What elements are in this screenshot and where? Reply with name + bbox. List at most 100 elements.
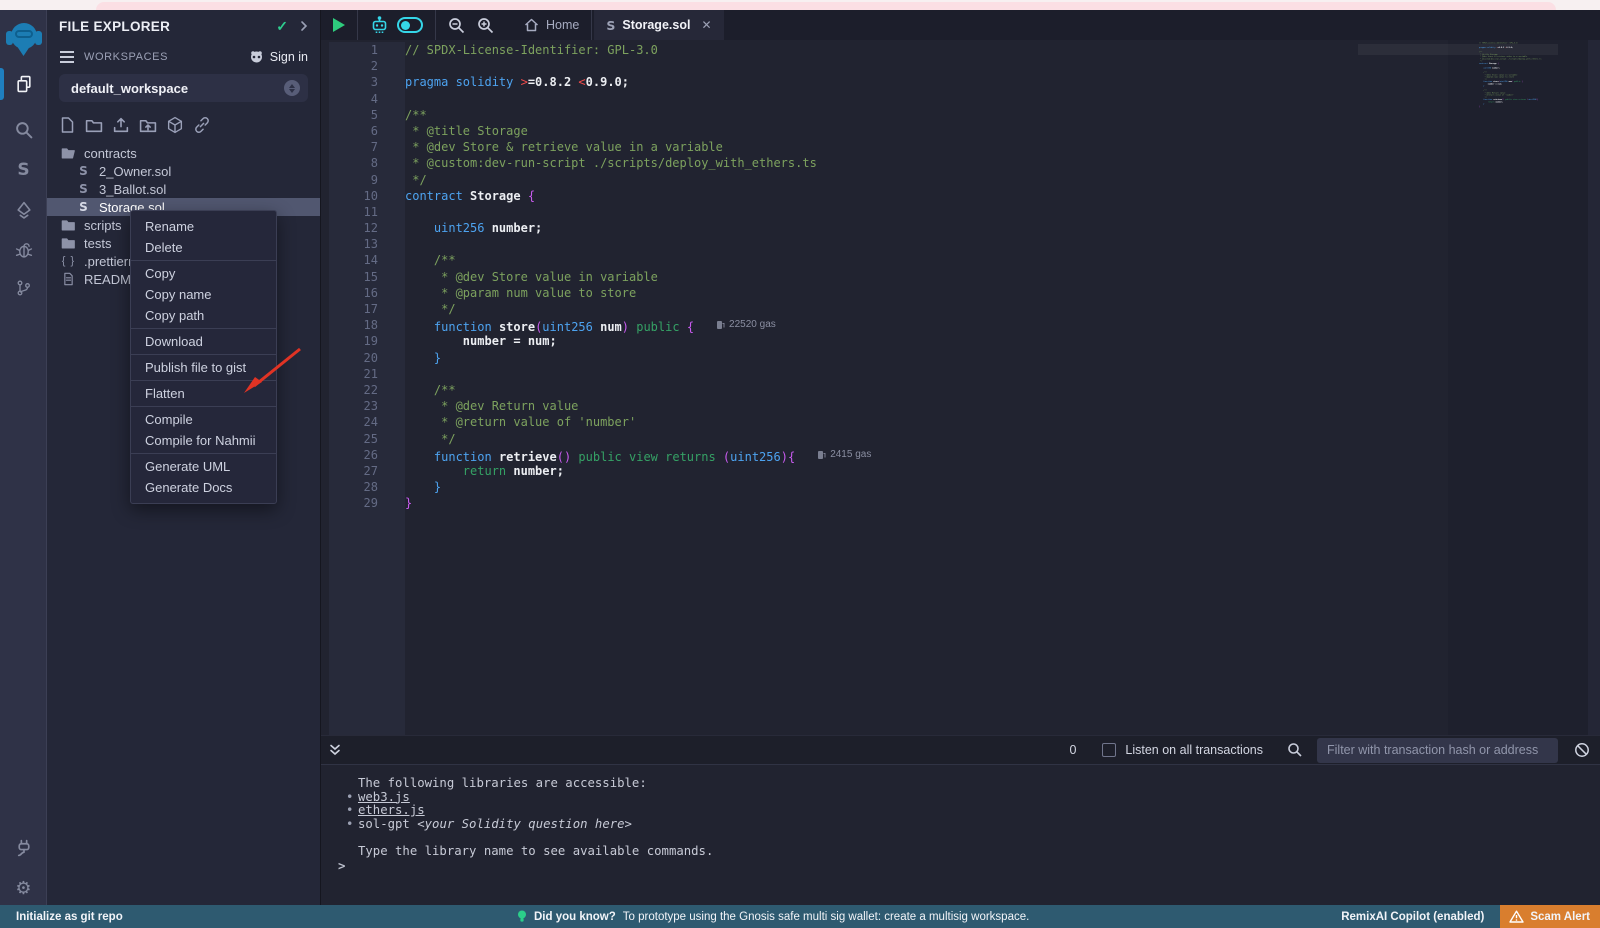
terminal-link[interactable]: web3.js xyxy=(358,790,410,804)
code-line: */ xyxy=(405,431,1447,447)
panel-title: FILE EXPLORER xyxy=(59,19,266,34)
import-box-icon[interactable] xyxy=(166,116,184,134)
context-menu-item-rename[interactable]: Rename xyxy=(131,216,276,237)
solidity-icon: S xyxy=(76,164,91,178)
run-script-button[interactable] xyxy=(321,10,357,40)
code-line: number = num; xyxy=(405,333,1447,349)
code-line: function retrieve() public view returns … xyxy=(405,447,1447,463)
solidity-icon: S xyxy=(76,182,91,196)
line-number: 6 xyxy=(329,123,378,139)
context-menu-item-copy-name[interactable]: Copy name xyxy=(131,284,276,305)
context-menu-item-generate-docs[interactable]: Generate Docs xyxy=(131,477,276,498)
context-menu-item-flatten[interactable]: Flatten xyxy=(131,383,276,404)
workspaces-row: WORKSPACES Sign in xyxy=(47,42,320,68)
context-menu-item-download[interactable]: Download xyxy=(131,331,276,352)
line-number: 17 xyxy=(329,301,378,317)
tab-storage-sol[interactable]: S Storage.sol ✕ xyxy=(594,10,723,40)
code-line: * @param num value to store xyxy=(405,285,1447,301)
home-icon xyxy=(524,18,539,32)
code-line: * @dev Store & retrieve value in a varia… xyxy=(405,139,1447,155)
file-tree-item[interactable]: contracts xyxy=(47,144,320,162)
code-line: return number; xyxy=(405,463,1447,479)
close-tab-icon[interactable]: ✕ xyxy=(701,18,711,32)
code-line: function store(uint256 num) public {2252… xyxy=(405,317,1447,333)
rail-plugin-manager-icon[interactable] xyxy=(0,828,47,868)
editor-scrollbar[interactable] xyxy=(1588,40,1600,735)
context-menu-item-publish-file-to-gist[interactable]: Publish file to gist xyxy=(131,357,276,378)
context-menu-item-compile-for-nahmii[interactable]: Compile for Nahmii xyxy=(131,430,276,451)
folder-icon xyxy=(61,218,76,232)
context-menu-item-compile[interactable]: Compile xyxy=(131,409,276,430)
context-menu-item-generate-uml[interactable]: Generate UML xyxy=(131,456,276,477)
rail-search-icon[interactable] xyxy=(0,110,47,150)
file-tree-label: 2_Owner.sol xyxy=(99,164,171,179)
terminal-search-icon[interactable] xyxy=(1287,742,1303,758)
transaction-filter-input[interactable] xyxy=(1317,738,1558,763)
zoom-out-button[interactable] xyxy=(436,10,471,40)
clear-console-icon[interactable] xyxy=(1574,742,1590,758)
chevron-right-icon[interactable] xyxy=(298,20,310,32)
line-number: 29 xyxy=(329,495,378,511)
remix-ide-window: S ⚙ FILE EXPLORER ✓ WORKSPACES Sign in d… xyxy=(0,0,1600,928)
expand-terminal-icon[interactable] xyxy=(328,743,342,757)
remix-logo[interactable] xyxy=(0,14,47,66)
copilot-toggle[interactable] xyxy=(393,10,435,40)
file-icon xyxy=(61,272,76,286)
terminal-italic: <your Solidity question here> xyxy=(417,817,632,831)
context-menu-group: CopyCopy nameCopy path xyxy=(131,261,276,329)
listen-transactions-label: Listen on all transactions xyxy=(1125,743,1263,757)
context-menu-item-delete[interactable]: Delete xyxy=(131,237,276,258)
terminal-line xyxy=(358,831,1600,845)
terminal-output[interactable]: The following libraries are accessible:•… xyxy=(321,765,1600,905)
bullet-icon: • xyxy=(346,804,358,818)
workspace-select[interactable]: default_workspace xyxy=(59,74,308,102)
tip-title: Did you know? xyxy=(534,911,616,923)
line-number: 24 xyxy=(329,414,378,430)
context-menu-item-copy-path[interactable]: Copy path xyxy=(131,305,276,326)
copilot-status[interactable]: RemixAI Copilot (enabled) xyxy=(1341,911,1484,923)
sign-in-button[interactable]: Sign in xyxy=(248,50,308,64)
terminal-prompt[interactable]: > xyxy=(338,859,345,873)
code-editor[interactable]: 1234567891011121314151617181920212223242… xyxy=(321,40,1600,735)
sign-in-label: Sign in xyxy=(270,50,308,64)
rail-solidity-compiler-icon[interactable]: S xyxy=(0,150,47,190)
file-tree-item[interactable]: S3_Ballot.sol xyxy=(47,180,320,198)
check-icon[interactable]: ✓ xyxy=(276,18,288,35)
browser-tab-edge xyxy=(96,2,1556,10)
minimap[interactable]: // SPDX-License-Identifier: GPL-3.0pragm… xyxy=(1479,42,1589,162)
line-number: 5 xyxy=(329,107,378,123)
tab-home[interactable]: Home xyxy=(512,10,591,40)
gas-estimate-badge: 2415 gas xyxy=(817,447,871,463)
terminal-link[interactable]: ethers.js xyxy=(358,803,425,817)
code-line xyxy=(405,204,1447,220)
code-line: pragma solidity >=0.8.2 <0.9.0; xyxy=(405,74,1447,90)
upload-file-icon[interactable] xyxy=(112,116,130,134)
code-line xyxy=(405,236,1447,252)
ai-copilot-robot-icon[interactable] xyxy=(358,10,393,40)
listen-transactions-checkbox[interactable] xyxy=(1102,743,1116,757)
line-number: 23 xyxy=(329,398,378,414)
rail-settings-icon[interactable]: ⚙ xyxy=(0,868,47,908)
context-menu-item-copy[interactable]: Copy xyxy=(131,263,276,284)
rail-git-icon[interactable] xyxy=(0,268,47,308)
scam-alert-button[interactable]: Scam Alert xyxy=(1500,905,1600,928)
line-number: 11 xyxy=(329,204,378,220)
solidity-icon: S xyxy=(76,200,91,214)
line-number: 21 xyxy=(329,366,378,382)
file-tree-item[interactable]: S 2_Owner.sol xyxy=(47,162,320,180)
link-icon[interactable] xyxy=(193,116,211,134)
new-folder-icon[interactable] xyxy=(85,116,103,134)
terminal-line: •sol-gpt <your Solidity question here> xyxy=(358,818,1600,832)
terminal-toolbar: 0 Listen on all transactions xyxy=(321,735,1600,765)
git-init-status[interactable]: Initialize as git repo xyxy=(16,911,123,923)
upload-folder-icon[interactable] xyxy=(139,116,157,134)
new-file-icon[interactable] xyxy=(59,116,76,134)
browser-chrome-strip xyxy=(0,0,1600,10)
context-menu-group: Generate UMLGenerate Docs xyxy=(131,454,276,500)
hamburger-menu-icon[interactable] xyxy=(59,50,75,64)
rail-debugger-icon[interactable] xyxy=(0,230,47,270)
rail-deploy-run-icon[interactable] xyxy=(0,190,47,230)
remix-logo-icon xyxy=(6,23,42,57)
zoom-in-button[interactable] xyxy=(471,10,506,40)
rail-file-explorer-icon[interactable] xyxy=(0,64,47,104)
